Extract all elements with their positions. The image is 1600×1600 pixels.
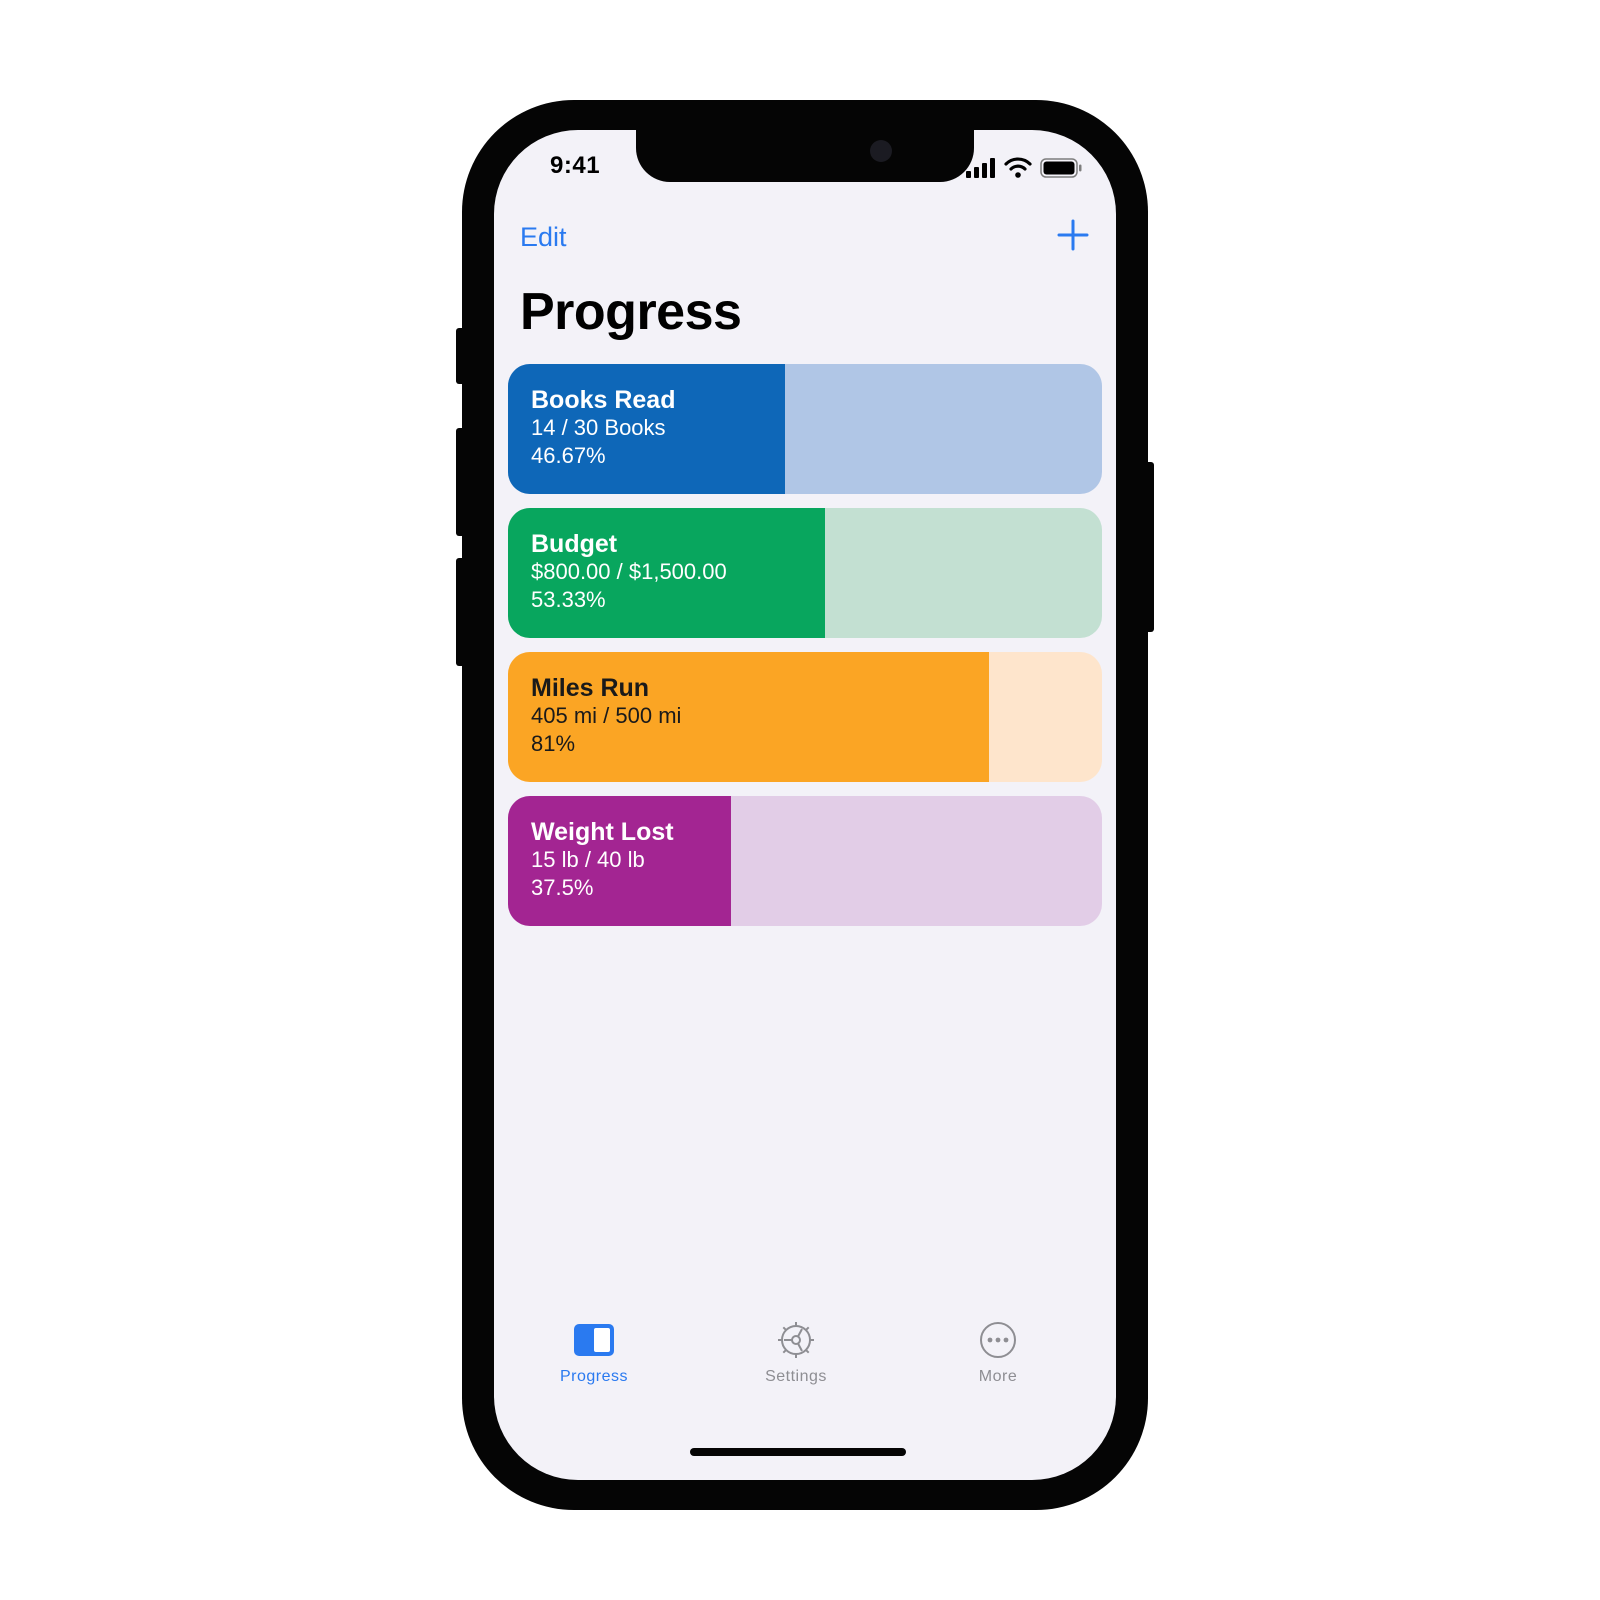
progress-card-miles-run[interactable]: Miles Run 405 mi / 500 mi 81% (508, 652, 1102, 782)
edit-button[interactable]: Edit (520, 222, 567, 253)
page-title: Progress (520, 283, 742, 341)
card-detail: 14 / 30 Books (531, 415, 666, 440)
card-percent: 53.33% (531, 587, 606, 612)
tab-progress[interactable]: Progress (514, 1318, 674, 1408)
progress-icon (574, 1324, 614, 1356)
home-indicator (690, 1448, 906, 1456)
gear-icon (778, 1322, 814, 1358)
progress-card-books-read[interactable]: Books Read 14 / 30 Books 46.67% (508, 364, 1102, 494)
tab-label: More (978, 1368, 1018, 1385)
tab-bar: Progress Settings More (494, 1318, 1116, 1408)
card-detail: 15 lb / 40 lb (531, 847, 645, 872)
notch (636, 130, 974, 182)
tab-settings[interactable]: Settings (716, 1318, 876, 1408)
progress-list: Books Read 14 / 30 Books 46.67% Budget $… (508, 364, 1102, 940)
plus-icon[interactable] (1056, 218, 1090, 252)
ellipsis-circle-icon (980, 1322, 1016, 1358)
tab-label: Progress (559, 1368, 629, 1385)
card-percent: 46.67% (531, 443, 606, 468)
wifi-icon (1004, 157, 1032, 178)
card-title: Miles Run (531, 674, 650, 702)
card-detail: 405 mi / 500 mi (531, 703, 682, 728)
phone-screen: 9:41 Edit Progress Books Read 14 / 30 Bo… (494, 130, 1116, 1480)
card-text: Miles Run 405 mi / 500 mi 81% (531, 674, 681, 758)
status-icons (966, 156, 1086, 180)
card-text: Weight Lost 15 lb / 40 lb 37.5% (531, 818, 674, 902)
card-title: Budget (531, 530, 618, 558)
progress-card-budget[interactable]: Budget $800.00 / $1,500.00 53.33% (508, 508, 1102, 638)
tab-more[interactable]: More (918, 1318, 1078, 1408)
card-detail: $800.00 / $1,500.00 (531, 559, 727, 584)
card-text: Books Read 14 / 30 Books 46.67% (531, 386, 675, 470)
tab-label: Settings (765, 1368, 827, 1385)
card-percent: 37.5% (531, 875, 594, 900)
card-percent: 81% (531, 731, 576, 756)
card-text: Budget $800.00 / $1,500.00 53.33% (531, 530, 727, 614)
cellular-signal-icon (966, 158, 995, 178)
battery-icon (1040, 158, 1082, 178)
camera-icon (870, 140, 892, 162)
card-title: Weight Lost (531, 818, 674, 846)
status-time: 9:41 (550, 152, 601, 179)
progress-card-weight-lost[interactable]: Weight Lost 15 lb / 40 lb 37.5% (508, 796, 1102, 926)
card-title: Books Read (531, 386, 676, 414)
